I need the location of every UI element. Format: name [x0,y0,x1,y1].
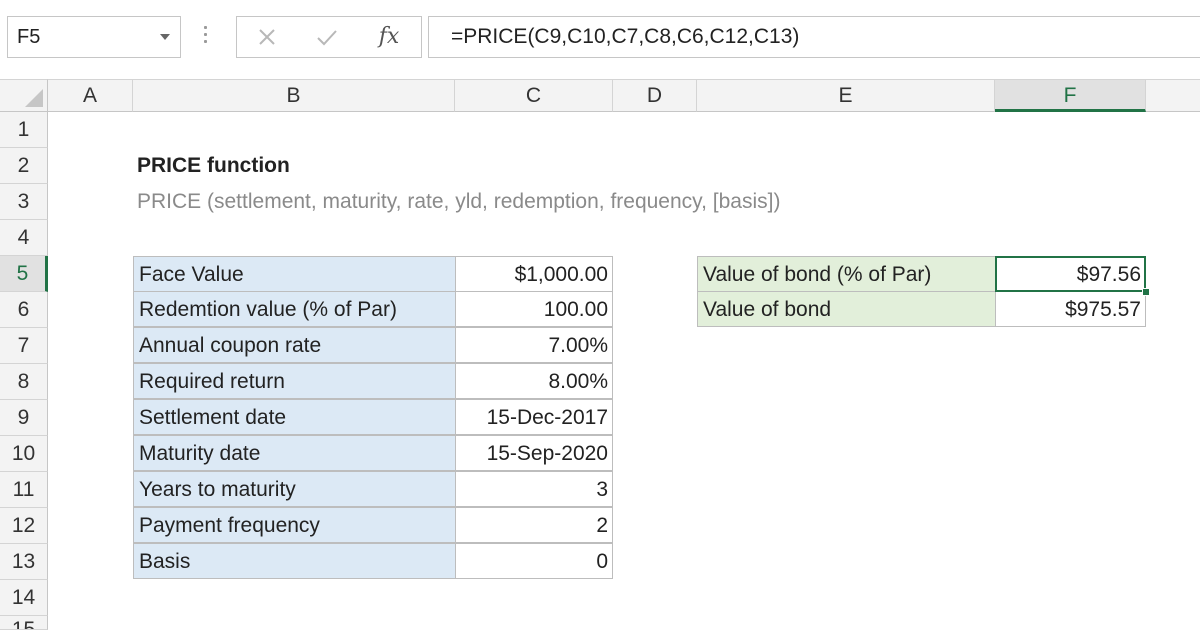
row-header-7[interactable]: 7 [0,328,48,364]
result-value[interactable]: $975.57 [995,291,1146,327]
row-header-6[interactable]: 6 [0,292,48,328]
input-label[interactable]: Required return [133,363,456,399]
input-value[interactable]: 8.00% [455,363,613,399]
result-label[interactable]: Value of bond (% of Par) [697,256,996,292]
input-label[interactable]: Basis [133,543,456,579]
result-value-selected[interactable]: $97.56 [995,256,1146,292]
select-all-button[interactable] [0,79,48,112]
column-header-d[interactable]: D [613,79,697,112]
chevron-down-icon[interactable] [160,34,170,40]
row-header-1[interactable]: 1 [0,112,48,148]
sheet-title[interactable]: PRICE function [137,148,597,184]
name-box-value: F5 [17,26,40,49]
column-header-a[interactable]: A [48,79,133,112]
input-value[interactable]: 3 [455,471,613,507]
column-header-b[interactable]: B [133,79,455,112]
column-header-g[interactable] [1146,79,1200,112]
input-label[interactable]: Payment frequency [133,507,456,543]
row-header-14[interactable]: 14 [0,580,48,616]
input-label[interactable]: Face Value [133,256,456,292]
formula-bar: F5 fx =PRICE(C9,C10,C7,C8,C6,C12,C13) [0,0,1200,80]
function-syntax[interactable]: PRICE (settlement, maturity, rate, yld, … [137,184,937,220]
row-header-12[interactable]: 12 [0,508,48,544]
input-value[interactable]: 100.00 [455,291,613,327]
row-header-3[interactable]: 3 [0,184,48,220]
input-label[interactable]: Annual coupon rate [133,327,456,363]
row-header-5[interactable]: 5 [0,256,48,292]
insert-function-icon[interactable]: fx [373,23,405,53]
check-icon[interactable] [311,23,343,53]
formula-text: =PRICE(C9,C10,C7,C8,C6,C12,C13) [451,25,799,49]
row-header-4[interactable]: 4 [0,220,48,256]
input-label[interactable]: Redemtion value (% of Par) [133,291,456,327]
row-header-10[interactable]: 10 [0,436,48,472]
input-value[interactable]: 15-Dec-2017 [455,399,613,435]
row-header-13[interactable]: 13 [0,544,48,580]
row-header-2[interactable]: 2 [0,148,48,184]
formula-input[interactable]: =PRICE(C9,C10,C7,C8,C6,C12,C13) [428,16,1200,58]
column-header-c[interactable]: C [455,79,613,112]
row-header-15[interactable]: 15 [0,616,48,630]
cancel-icon[interactable] [251,23,283,53]
input-label[interactable]: Settlement date [133,399,456,435]
input-label[interactable]: Maturity date [133,435,456,471]
row-header-9[interactable]: 9 [0,400,48,436]
input-value[interactable]: 15-Sep-2020 [455,435,613,471]
column-header-f[interactable]: F [995,79,1146,112]
name-box[interactable]: F5 [7,16,181,58]
result-label[interactable]: Value of bond [697,291,996,327]
column-header-e[interactable]: E [697,79,995,112]
input-value[interactable]: 2 [455,507,613,543]
row-header-8[interactable]: 8 [0,364,48,400]
drag-handle-icon[interactable] [204,26,208,48]
input-value[interactable]: 0 [455,543,613,579]
row-header-11[interactable]: 11 [0,472,48,508]
fill-handle[interactable] [1142,288,1150,296]
formula-buttons: fx [236,16,422,58]
input-value[interactable]: $1,000.00 [455,256,613,292]
input-value[interactable]: 7.00% [455,327,613,363]
input-label[interactable]: Years to maturity [133,471,456,507]
